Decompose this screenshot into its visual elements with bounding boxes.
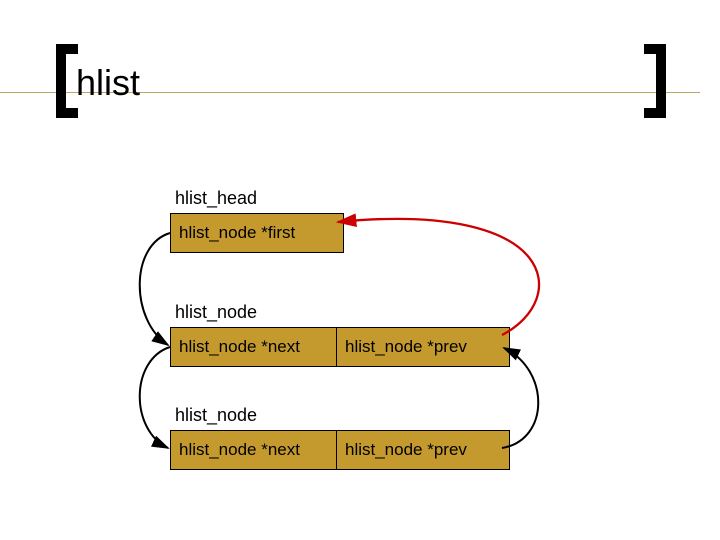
arrow-head-to-node1	[140, 233, 170, 345]
bracket-right-vertical	[656, 44, 666, 118]
node1-prev-field: hlist_node *prev	[345, 337, 467, 357]
page-title: hlist	[76, 62, 140, 104]
bracket-right-top	[644, 44, 666, 54]
head-first-field: hlist_node *first	[179, 223, 295, 243]
bracket-left-vertical	[56, 44, 66, 118]
node1-next-field: hlist_node *next	[179, 337, 300, 357]
head-first-box: hlist_node *first	[170, 213, 344, 253]
node1-prev-box: hlist_node *prev	[336, 327, 510, 367]
arrow-node1-to-node2	[140, 347, 170, 448]
node2-prev-box: hlist_node *prev	[336, 430, 510, 470]
bracket-left-bottom	[56, 108, 78, 118]
arrow-node1-prev-to-head	[338, 219, 539, 335]
bracket-right-bottom	[644, 108, 666, 118]
node1-struct-label: hlist_node	[175, 302, 257, 323]
diagram-stage: hlist hlist_head hlist_node *first hlist…	[0, 0, 720, 540]
node2-prev-field: hlist_node *prev	[345, 440, 467, 460]
head-struct-label: hlist_head	[175, 188, 257, 209]
bracket-left-top	[56, 44, 78, 54]
node1-next-box: hlist_node *next	[170, 327, 344, 367]
node2-next-box: hlist_node *next	[170, 430, 344, 470]
node2-struct-label: hlist_node	[175, 405, 257, 426]
node2-next-field: hlist_node *next	[179, 440, 300, 460]
